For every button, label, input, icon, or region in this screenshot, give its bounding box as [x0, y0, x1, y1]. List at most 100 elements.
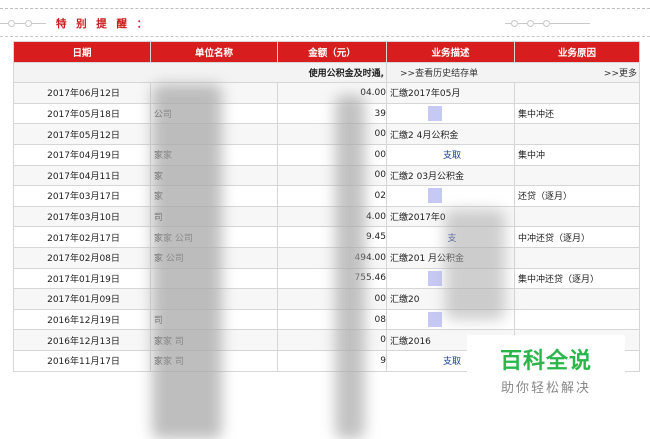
reason-cell: [514, 164, 640, 187]
description-cell: [386, 185, 515, 207]
description-cell-text[interactable]: 支取: [443, 357, 461, 367]
unit-cell: 家 公司: [150, 246, 278, 269]
subheader-row: 使用公积金及时通, >>查看历史结存单 >>更多: [13, 61, 640, 84]
date-cell: 2017年03月17日: [13, 185, 151, 207]
reason-cell: [514, 288, 640, 310]
date-cell: 2017年05月12日: [13, 123, 151, 145]
reason-cell: 集中冲还贷（逐月）: [514, 267, 640, 290]
date-cell: 2017年06月12日: [13, 82, 151, 104]
unit-cell: [150, 123, 278, 145]
table-row: 2017年03月17日 家 02 还贷（逐月）: [13, 185, 640, 207]
header-reason: 业务原因: [514, 41, 640, 63]
reason-cell: 还贷（逐月）: [514, 185, 640, 207]
date-cell-text: 2017年02月17日: [47, 233, 120, 244]
unit-cell: 司: [150, 205, 278, 228]
description-cell-text: 汇缴2 03月公积金: [390, 171, 465, 182]
date-cell: 2017年02月08日: [13, 246, 151, 269]
amount-cell: 00: [277, 164, 387, 187]
more-link[interactable]: >>更多: [604, 66, 637, 79]
header-amount: 金额（元）: [277, 41, 387, 63]
reason-cell-text: 集中冲还: [518, 110, 555, 121]
subheader-label: 使用公积金及时通,: [13, 61, 387, 84]
unit-cell-text: 家家 司: [154, 336, 184, 347]
amount-cell-text: 39: [374, 108, 386, 119]
date-cell-text: 2017年05月12日: [47, 130, 120, 141]
reason-cell: [514, 246, 640, 269]
date-cell-text: 2017年05月18日: [47, 110, 120, 121]
unit-cell: 家家 司: [150, 349, 278, 372]
amount-cell: 04.00: [277, 82, 387, 104]
amount-cell: 9.45: [277, 226, 387, 248]
amount-cell-text: 02: [374, 190, 386, 201]
reason-cell-text: 中冲还贷（逐月）: [518, 233, 591, 244]
unit-cell: 家家 司: [150, 329, 278, 351]
date-cell-text: 2016年11月17日: [47, 357, 120, 368]
reason-cell: [514, 123, 640, 145]
amount-cell: 0: [277, 329, 387, 351]
amount-cell-text: 755.46: [354, 273, 386, 284]
reason-cell-text: 还贷（逐月）: [518, 192, 573, 203]
reason-cell: [514, 308, 640, 331]
table-row: 2017年02月08日 家 公司 494.00 汇缴201 月公积金: [13, 246, 640, 269]
reason-cell: 集中冲: [514, 143, 640, 166]
description-cell-text: 汇缴20: [390, 295, 420, 306]
table-row: 2017年03月10日 司 4.00 汇缴2017年0: [13, 205, 640, 228]
description-cell: 汇缴201 月公积金: [386, 246, 515, 269]
description-cell-text: 汇缴201 月公积金: [390, 254, 465, 265]
amount-cell-text: 00: [374, 149, 386, 160]
header-description: 业务描述: [386, 41, 515, 63]
amount-cell: 494.00: [277, 246, 387, 269]
watermark-sub-text: 助你轻松解决: [500, 381, 591, 396]
description-cell-text[interactable]: 支: [447, 234, 456, 244]
amount-cell-text: 9: [380, 355, 386, 366]
amount-cell-text: 00: [374, 170, 386, 181]
date-cell-text: 2017年03月17日: [47, 192, 120, 203]
notice-title: 特 别 提 醒 ：: [56, 18, 151, 30]
date-cell-text: 2016年12月19日: [47, 316, 120, 327]
description-cell: 汇缴2017年0: [386, 205, 515, 228]
unit-cell-text: 司: [154, 213, 164, 224]
amount-cell-text: 4.00: [365, 211, 386, 222]
unit-cell-text: 家家: [154, 151, 173, 162]
description-cell-text: 汇缴2016: [390, 336, 431, 347]
date-cell: 2017年02月17日: [13, 226, 151, 248]
unit-cell: 家家: [150, 143, 278, 166]
highlight-marker: [428, 312, 442, 328]
table-row: 2017年04月11日 家 00 汇缴2 03月公积金: [13, 164, 640, 187]
unit-cell: 家家 公司: [150, 226, 278, 248]
date-cell-text: 2016年12月13日: [47, 336, 120, 347]
header-unit: 单位名称: [150, 41, 278, 63]
unit-cell-text: 家 公司: [154, 254, 184, 265]
unit-cell: 司: [150, 308, 278, 331]
top-divider: [0, 8, 650, 9]
notice-divider: [0, 36, 650, 37]
date-cell-text: 2017年04月11日: [47, 171, 120, 182]
highlight-marker: [428, 188, 442, 204]
description-cell: 支取: [386, 143, 515, 166]
amount-cell: 9: [277, 349, 387, 372]
unit-cell: 公司: [150, 102, 278, 125]
date-cell: 2016年12月13日: [13, 329, 151, 351]
amount-cell-text: 04.00: [360, 87, 386, 98]
subheader-links: >>查看历史结存单 >>更多: [386, 61, 640, 84]
unit-cell: [150, 82, 278, 104]
amount-cell-text: 00: [374, 129, 386, 140]
watermark-main-text: 百科全说: [499, 349, 592, 374]
amount-cell: 4.00: [277, 205, 387, 228]
amount-cell-text: 08: [374, 314, 386, 325]
description-cell-text[interactable]: 支取: [443, 151, 461, 161]
description-cell: 汇缴2 4月公积金: [386, 123, 515, 145]
amount-cell: 755.46: [277, 267, 387, 290]
table-row: 2017年05月12日 00 汇缴2 4月公积金: [13, 123, 640, 145]
date-cell-text: 2017年01月19日: [47, 274, 120, 285]
table-row: 2017年01月19日 755.46 集中冲还贷（逐月）: [13, 267, 640, 290]
reason-cell: [514, 205, 640, 228]
description-cell-text: 汇缴2 4月公积金: [390, 130, 459, 141]
amount-cell: 00: [277, 288, 387, 310]
date-cell: 2017年04月11日: [13, 164, 151, 187]
history-statement-link[interactable]: >>查看历史结存单: [400, 69, 478, 79]
amount-cell-text: 00: [374, 293, 386, 304]
description-cell: [386, 308, 515, 331]
amount-cell-text: 9.45: [365, 232, 386, 243]
watermark-logo: 百科全说 助你轻松解决: [467, 335, 625, 413]
